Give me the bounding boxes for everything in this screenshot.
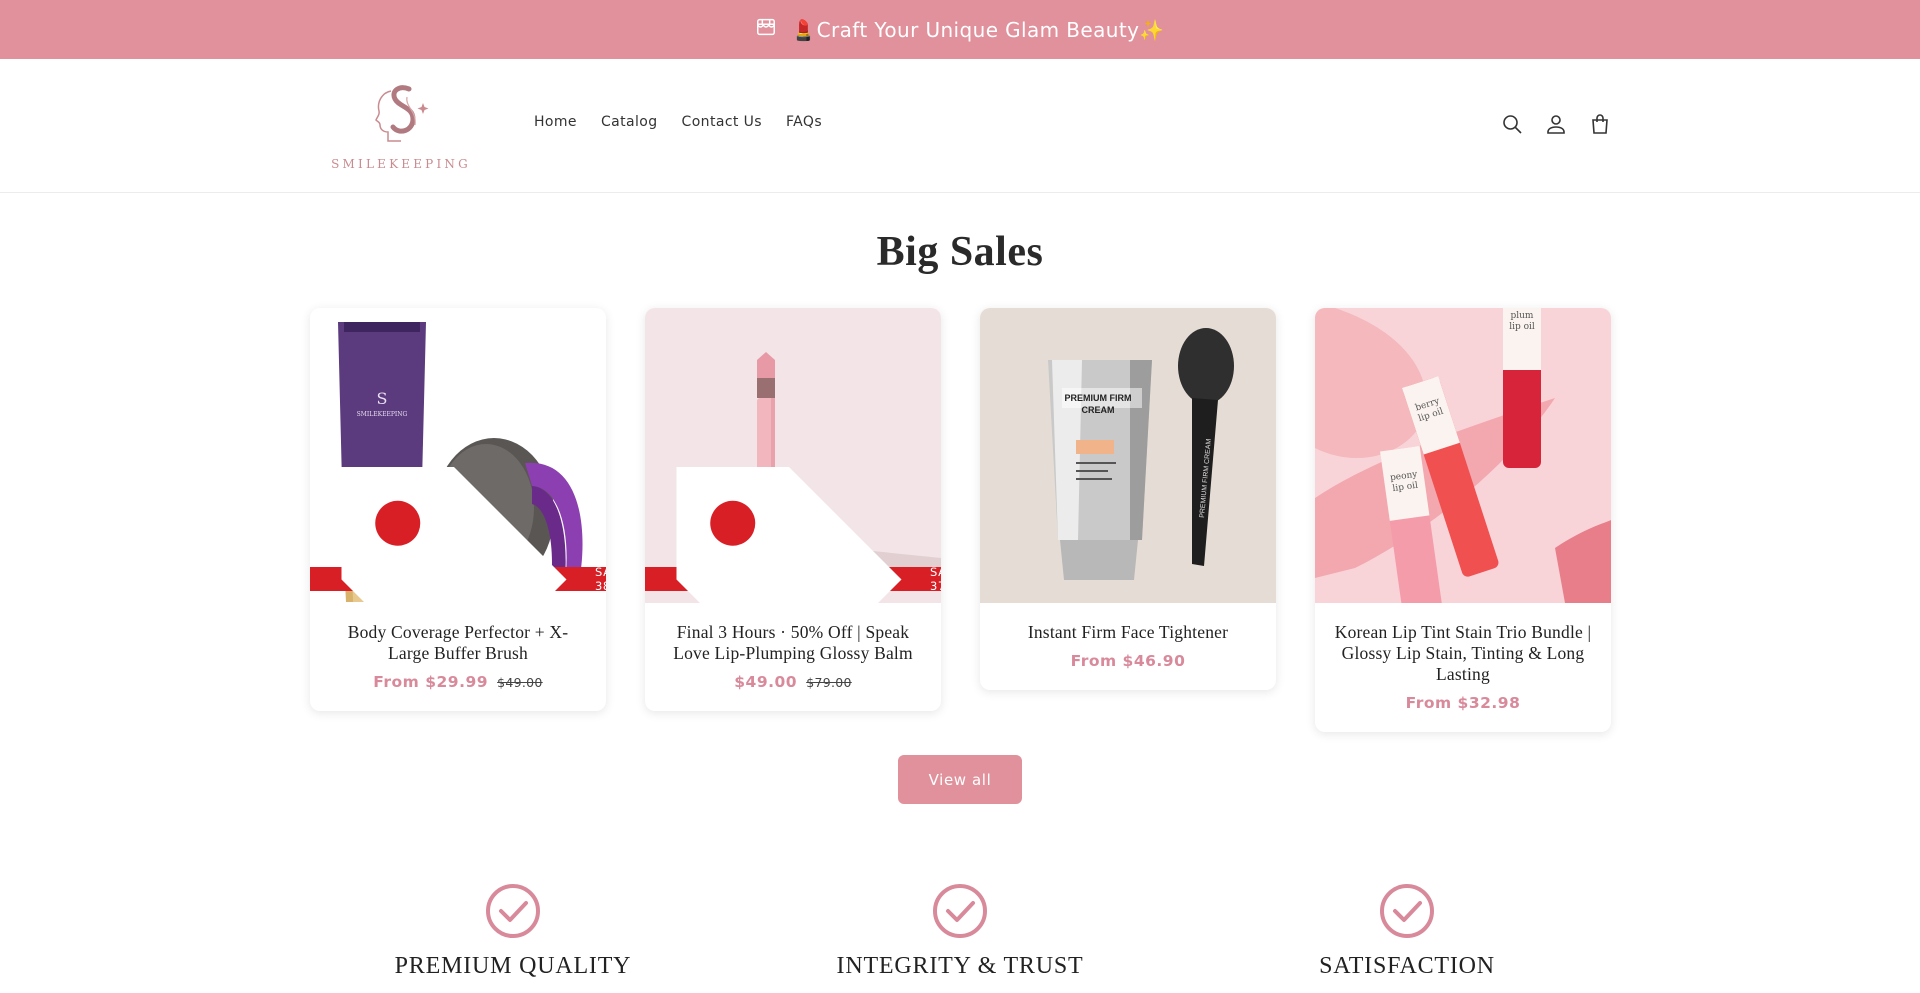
storefront-icon [755,16,777,43]
svg-text:PREMIUM FIRM: PREMIUM FIRM [1065,393,1132,403]
product-price: From $29.99 $49.00 [310,664,606,711]
product-price: From $46.90 [980,643,1276,690]
product-image[interactable]: PREMIUM FIRM CREAM PREMIUM FIRM CREAM [980,308,1276,603]
feature-title: INTEGRITY & TRUST [836,953,1084,979]
product-image[interactable]: SK SAVE 37% [645,308,941,603]
announcement-text: 💄Craft Your Unique Glam Beauty✨ [791,17,1165,42]
product-card[interactable]: PREMIUM FIRM CREAM PREMIUM FIRM CREAM In… [980,308,1276,690]
feature-title: SATISFACTION [1319,953,1495,979]
product-price: $49.00 $79.00 [645,664,941,711]
brand-logo[interactable]: SMILEKEEPING [326,77,476,177]
product-image[interactable]: S SMILEKEEPING SAVE 38% [310,308,606,603]
feature-premium-quality: PREMIUM QUALITY [313,883,713,980]
check-circle-icon [1379,883,1435,939]
sale-price: From $32.98 [1405,694,1521,712]
svg-text:lip oil: lip oil [1509,322,1535,332]
badge-text: SAVE 38% [595,565,606,593]
section-title: Big Sales [876,229,1044,275]
feature-satisfaction: SATISFACTION [1207,883,1607,980]
feature-integrity-trust: INTEGRITY & TRUST [760,883,1160,980]
account-icon[interactable] [1544,112,1568,136]
product-card[interactable]: SK SAVE 37% Final 3 Hours · 50% Off | Sp… [645,308,941,711]
check-circle-icon [485,883,541,939]
tag-icon [676,466,902,603]
tag-icon [341,466,567,603]
product-title[interactable]: Body Coverage Perfector + X-Large Buffer… [310,603,606,664]
logo-mark-icon [375,85,429,142]
product-title[interactable]: Korean Lip Tint Stain Trio Bundle | Glos… [1315,603,1611,685]
sale-price: From $46.90 [1070,652,1186,670]
nav-home[interactable]: Home [522,114,589,130]
feature-title: PREMIUM QUALITY [394,953,632,979]
sale-badge: SAVE 38% [310,466,606,603]
compare-price: $49.00 [497,675,543,690]
sale-badge: SAVE 37% [645,466,941,603]
search-icon[interactable] [1500,112,1524,136]
nav-catalog[interactable]: Catalog [589,114,670,130]
product-price: From $32.98 [1315,685,1611,732]
product-image[interactable]: plum lip oil berry lip oil peony lip oil [1315,308,1611,603]
svg-text:CREAM: CREAM [1082,405,1115,415]
product-title[interactable]: Final 3 Hours · 50% Off | Speak Love Lip… [645,603,941,664]
header-icons [1500,112,1612,136]
badge-text: SAVE 37% [930,565,941,593]
product-card[interactable]: plum lip oil berry lip oil peony lip oil… [1315,308,1611,732]
svg-text:plum: plum [1511,311,1534,321]
sale-price: From $29.99 [373,673,489,691]
compare-price: $79.00 [806,675,852,690]
check-circle-icon [932,883,988,939]
svg-text:S: S [377,389,388,408]
site-header: SMILEKEEPING Home Catalog Contact Us FAQ… [0,59,1920,193]
cart-icon[interactable] [1588,112,1612,136]
announcement-bar: 💄Craft Your Unique Glam Beauty✨ [0,0,1920,59]
product-card[interactable]: S SMILEKEEPING SAVE 38% Body Coverage Pe… [310,308,606,711]
brand-wordmark: SMILEKEEPING [331,157,471,171]
product-title[interactable]: Instant Firm Face Tightener [980,603,1276,643]
nav-contact-us[interactable]: Contact Us [670,114,774,130]
sale-price: $49.00 [734,673,798,691]
svg-text:SMILEKEEPING: SMILEKEEPING [357,411,408,418]
view-all-button[interactable]: View all [898,755,1022,804]
main-nav: Home Catalog Contact Us FAQs [522,114,834,130]
nav-faqs[interactable]: FAQs [774,114,834,130]
